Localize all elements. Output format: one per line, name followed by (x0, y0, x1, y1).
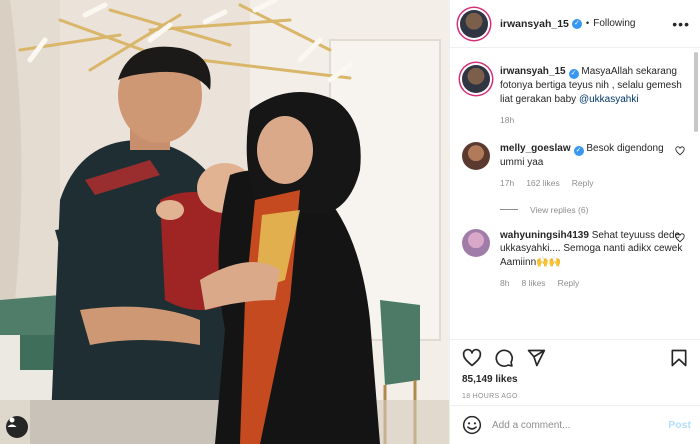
verified-badge-icon: ✓ (568, 69, 579, 79)
comment-username[interactable]: wahyuningsih4139 (500, 230, 589, 241)
verified-badge-icon: ✓ (571, 18, 582, 29)
caption-time: 18h (500, 115, 515, 125)
bookmark-icon[interactable] (669, 348, 689, 368)
comment-time: 17h (500, 178, 515, 188)
comments-list[interactable]: irwansyah_15 ✓ MasyaAllah sekarang fotony… (450, 49, 700, 339)
view-replies-button[interactable]: View replies (6) (500, 205, 687, 215)
view-replies-label: View replies (6) (530, 204, 589, 215)
likes-count[interactable]: 85,149 likes (462, 374, 689, 385)
comment-avatar[interactable] (462, 141, 490, 170)
caption-body: irwansyah_15 ✓ MasyaAllah sekarang fotony… (500, 65, 687, 128)
comment-meta: 8h 8 likes Reply (500, 277, 687, 291)
comment-item: melly_goeslaw ✓ Besok digendong ummi yaa … (462, 141, 687, 191)
heart-icon[interactable] (462, 348, 482, 368)
caption-username[interactable]: irwansyah_15 (500, 66, 566, 77)
emoji-icon[interactable] (462, 415, 482, 435)
comment-emoji: 🙌🙌 (536, 256, 562, 268)
post-photo[interactable] (0, 0, 449, 444)
comment-like-heart-icon[interactable] (675, 232, 685, 243)
caption-mention-link[interactable]: @ukkasyahki (579, 94, 639, 105)
post-time-ago[interactable]: 18 HOURS AGO (462, 393, 689, 400)
author-username[interactable]: irwansyah_15 (500, 18, 569, 30)
comments-scrollbar[interactable] (694, 52, 698, 132)
add-comment-bar: Post (450, 405, 700, 444)
comment-likes[interactable]: 162 likes (526, 177, 560, 191)
action-bar (462, 346, 689, 370)
comment-time: 8h (500, 278, 510, 288)
author-avatar[interactable] (460, 9, 488, 38)
reply-button[interactable]: Reply (558, 277, 580, 291)
view-replies-line (500, 209, 518, 210)
post-actions-section: 85,149 likes 18 HOURS AGO (450, 339, 700, 405)
comment-avatar[interactable] (462, 228, 490, 257)
post-side-panel: irwansyah_15 ✓ • Following ••• irwansyah… (449, 0, 700, 444)
comment-username[interactable]: melly_goeslaw (500, 143, 571, 154)
photo-illustration (0, 0, 449, 444)
user-icon (7, 417, 17, 427)
header-separator: • (585, 18, 590, 29)
caption-meta: 18h (500, 114, 687, 128)
comment-icon[interactable] (494, 348, 514, 368)
tagged-user-button[interactable] (6, 416, 28, 438)
more-options-button[interactable]: ••• (672, 16, 690, 32)
comment-likes[interactable]: 8 likes (521, 277, 545, 291)
verified-badge-icon: ✓ (573, 145, 584, 156)
comment-meta: 17h 162 likes Reply (500, 177, 687, 191)
comment-item: wahyuningsih4139 Sehat teyuuss dede ukka… (462, 228, 687, 291)
reply-button[interactable]: Reply (572, 177, 594, 191)
caption-avatar[interactable] (462, 65, 490, 93)
caption: irwansyah_15 ✓ MasyaAllah sekarang fotony… (462, 65, 687, 128)
comment-body: wahyuningsih4139 Sehat teyuuss dede ukka… (500, 229, 687, 291)
comment-body: melly_goeslaw ✓ Besok digendong ummi yaa … (500, 142, 687, 191)
comment-input[interactable] (492, 419, 669, 431)
share-icon[interactable] (526, 348, 546, 368)
post-comment-button[interactable]: Post (668, 419, 691, 431)
comment-like-heart-icon[interactable] (675, 145, 685, 156)
post-header: irwansyah_15 ✓ • Following ••• (450, 0, 700, 48)
following-button[interactable]: Following (593, 18, 635, 29)
